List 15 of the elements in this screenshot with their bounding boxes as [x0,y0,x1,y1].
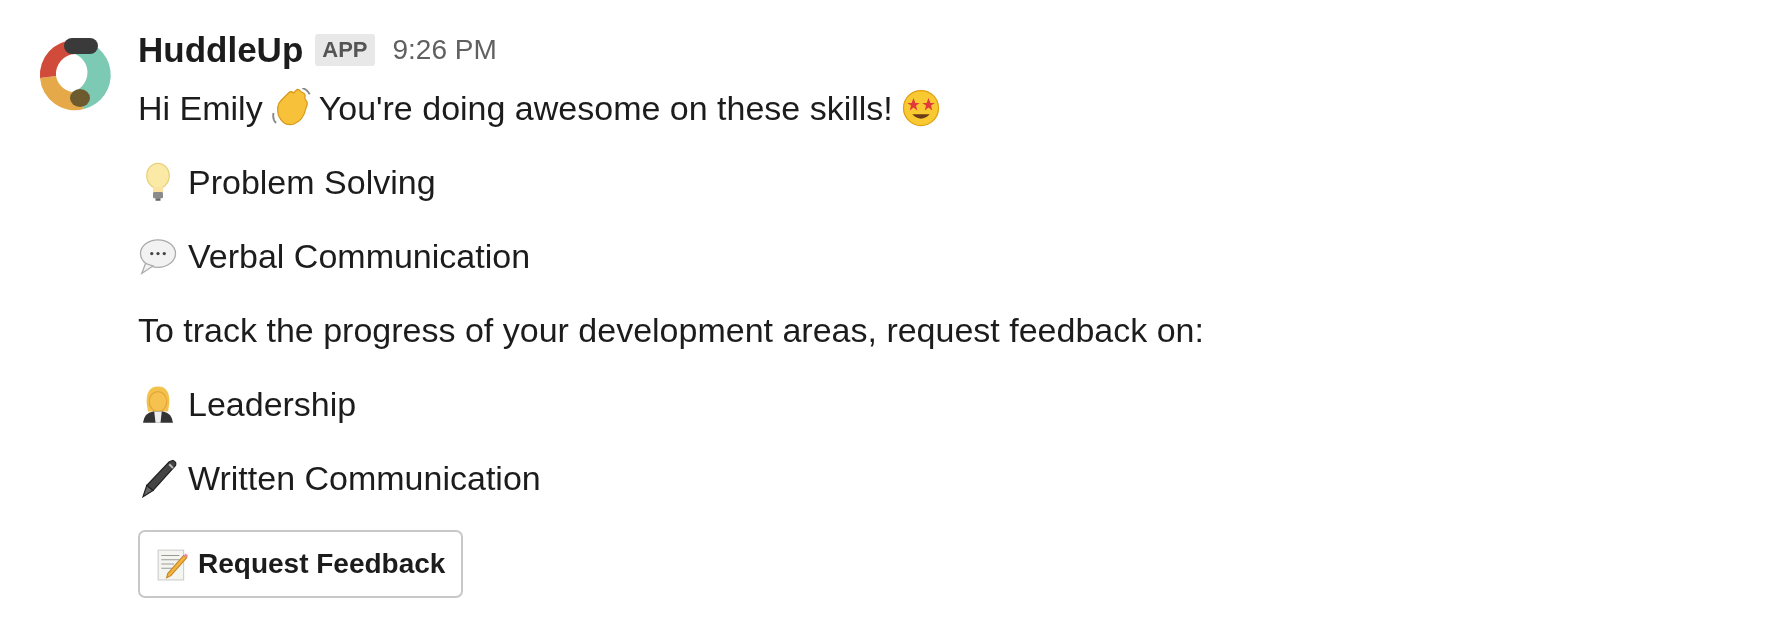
app-badge: APP [315,34,375,66]
speech-bubble-icon [138,236,178,276]
development-area-label: Leadership [188,384,357,424]
timestamp[interactable]: 9:26 PM [392,34,497,66]
message-text: You're doing awesome on these skills! [318,88,893,128]
skill-label: Problem Solving [188,162,436,202]
sender-name[interactable]: HuddleUp [138,30,304,70]
message-text: To track the progress of your development areas, request feedback on: [138,310,1204,350]
waving-hand-icon [270,88,311,128]
message-text: Hi Emily [138,88,263,128]
request-feedback-button[interactable]: Request Feedback [138,530,464,598]
memo-with-pencil-icon [156,547,190,581]
development-area-label: Written Communication [188,458,541,498]
skill-label: Verbal Communication [188,236,531,276]
star-eyes-face-icon [900,88,941,128]
